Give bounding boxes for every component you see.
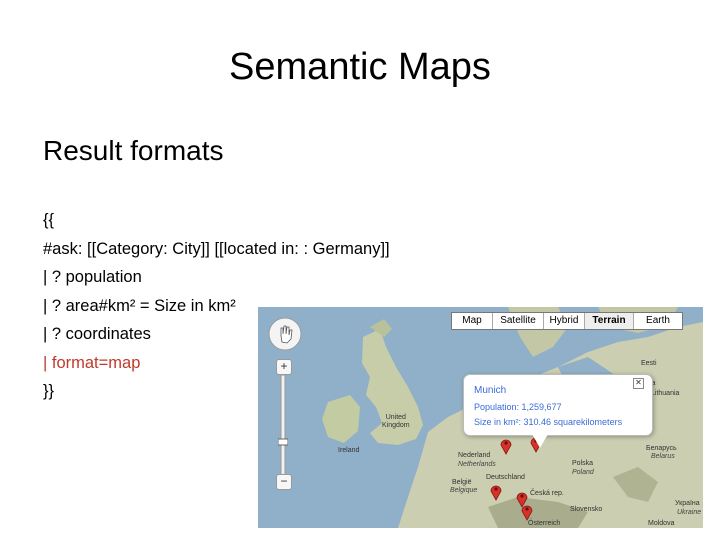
map-label-ukraine: Ukraine [677,509,702,516]
popup-population: Population: 1,259,677 [474,402,562,412]
map-label-belarus-cyr: Беларусь [646,445,677,452]
zoom-slider[interactable] [278,375,288,475]
pan-control[interactable] [267,316,303,352]
map-label-uk: United Kingdom [382,414,410,429]
map-type-map[interactable]: Map [452,313,493,329]
map-type-earth[interactable]: Earth [634,313,682,329]
info-popup: Munich Population: 1,259,677 Size in km²… [463,374,653,436]
map-label-deutschland: Deutschland [486,474,525,481]
popup-city-name: Munich [474,385,507,396]
map-label-eesti: Eesti [641,360,657,367]
map-type-selector: Map Satellite Hybrid Terrain Earth [451,312,683,330]
slide-title: Semantic Maps [229,46,491,88]
code-line: | ? population [43,268,142,286]
zoom-in-button[interactable]: + [276,359,292,375]
map-label-netherlands: Netherlands [458,461,496,468]
close-icon[interactable]: ✕ [633,378,644,389]
map-marker[interactable] [500,437,512,455]
map-type-satellite[interactable]: Satellite [493,313,544,329]
map-label-polska: Polska [572,460,594,467]
map-label-ireland: Ireland [338,447,360,454]
map-label-belgique: Belgique [450,487,478,494]
map-marker[interactable] [521,503,533,521]
map-label-belarus: Belarus [651,453,675,460]
code-line: {{ [43,211,55,229]
map-label-nederland: Nederland [458,452,491,459]
zoom-out-button[interactable]: − [276,474,292,490]
map-label-ukraine-cyr: Україна [675,500,700,507]
map-label-poland: Poland [572,469,594,476]
map-label-belgie: België [452,479,472,486]
map-type-hybrid[interactable]: Hybrid [544,313,585,329]
map-widget[interactable]: Map Satellite Hybrid Terrain Earth + − U… [258,307,703,528]
map-label-osterreich: Österreich [528,520,561,527]
map-type-terrain[interactable]: Terrain [585,313,634,329]
popup-tail [532,434,548,448]
map-label-slovensko: Slovensko [570,506,603,513]
map-label-lithuania: Lithuania [651,390,680,397]
map-marker[interactable] [490,483,502,501]
popup-size: Size in km²: 310.46 squarekilometers [474,417,623,427]
map-label-moldova: Moldova [648,520,675,527]
code-line: #ask: [[Category: City]] [[located in: :… [43,239,390,258]
map-label-ceska: Česká rep. [530,490,564,497]
slide-subtitle: Result formats [43,135,224,166]
zoom-slider-handle [278,438,288,446]
